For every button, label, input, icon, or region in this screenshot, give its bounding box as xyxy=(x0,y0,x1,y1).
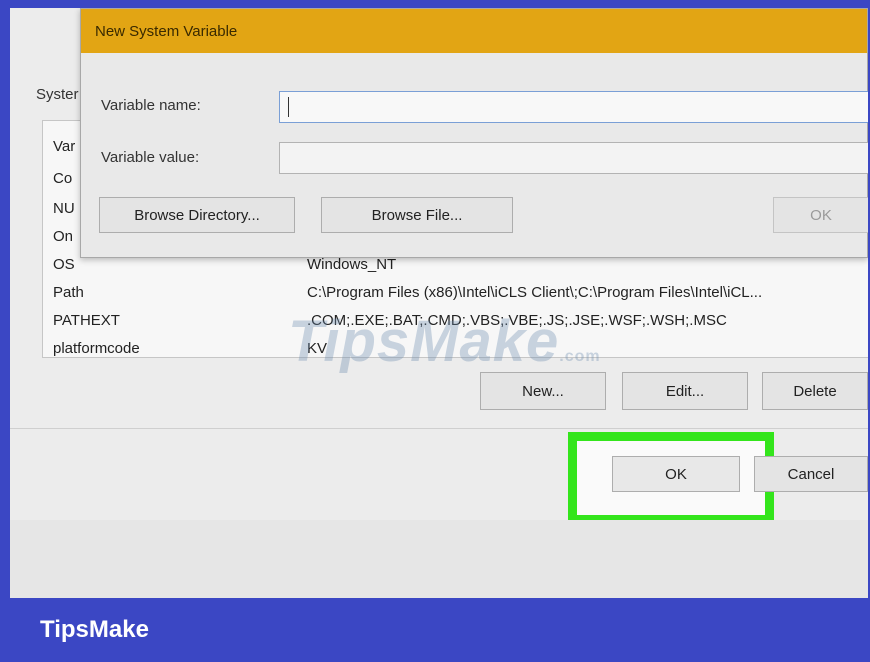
variable-name-input[interactable] xyxy=(279,91,868,123)
browse-directory-button[interactable]: Browse Directory... xyxy=(99,197,295,233)
system-variables-label: Syster xyxy=(36,86,79,103)
new-system-variable-dialog: New System Variable Variable name: Varia… xyxy=(80,8,868,258)
brand-label: TipsMake xyxy=(40,616,149,643)
variable-name: OS xyxy=(53,256,75,273)
parent-window-area xyxy=(10,520,868,598)
variable-name: platformcode xyxy=(53,340,140,357)
screenshot-frame: Syster Var Co NU On OS Windows_NT Path C… xyxy=(10,8,868,598)
text-caret xyxy=(288,97,289,117)
brand-bar: TipsMake xyxy=(0,598,870,662)
dialog-ok-button[interactable]: OK xyxy=(773,197,868,233)
delete-button[interactable]: Delete xyxy=(762,372,868,410)
variable-value: C:\Program Files (x86)\Intel\iCLS Client… xyxy=(307,284,763,301)
variable-name: Co xyxy=(53,170,73,187)
variable-name-label: Variable name: xyxy=(101,97,201,114)
variable-name: PATHEXT xyxy=(53,312,120,329)
edit-button[interactable]: Edit... xyxy=(622,372,748,410)
variable-value-input[interactable] xyxy=(279,142,868,174)
ok-button[interactable]: OK xyxy=(612,456,740,492)
dialog-title: New System Variable xyxy=(95,23,238,40)
list-row[interactable]: Path C:\Program Files (x86)\Intel\iCLS C… xyxy=(43,281,868,305)
variable-name: On xyxy=(53,228,74,245)
variable-name: NU xyxy=(53,200,75,217)
new-button[interactable]: New... xyxy=(480,372,606,410)
browse-file-button[interactable]: Browse File... xyxy=(321,197,513,233)
watermark: TipsMake.com xyxy=(288,309,601,374)
variable-value-label: Variable value: xyxy=(101,149,200,166)
dialog-title-bar[interactable]: New System Variable xyxy=(81,9,867,53)
variable-name: Var xyxy=(53,138,76,155)
variable-name: Path xyxy=(53,284,84,301)
dialog-divider xyxy=(10,428,868,429)
cancel-button[interactable]: Cancel xyxy=(754,456,868,492)
